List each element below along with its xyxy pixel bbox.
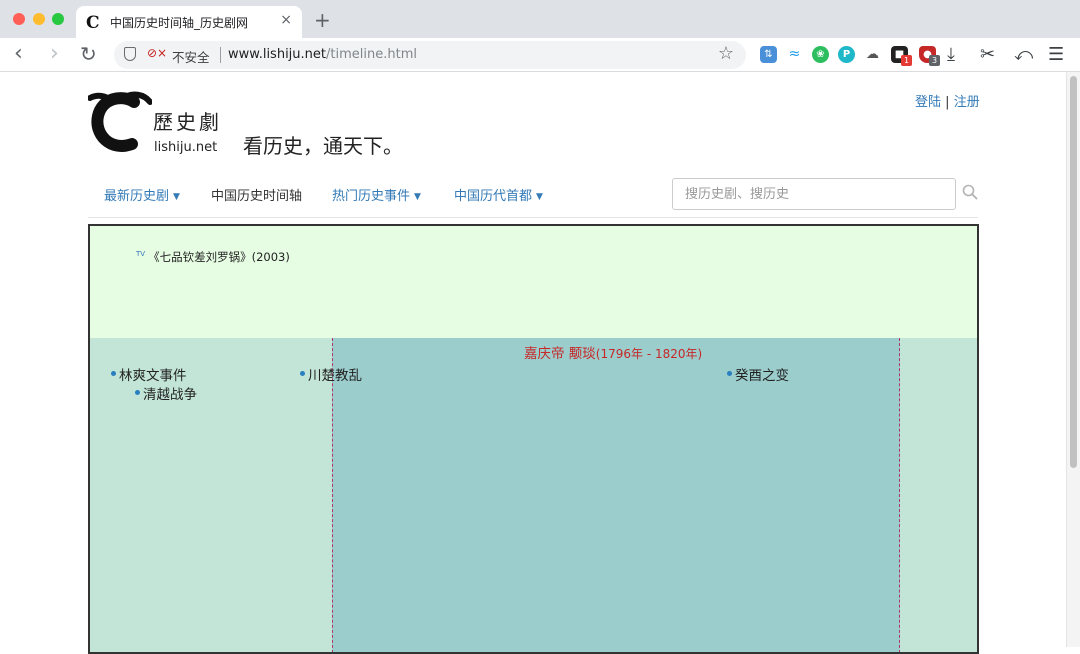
browser-tab-bar: C 中国历史时间轴_历史剧网 × + [0,0,1080,38]
event-label: 癸酉之变 [735,368,789,384]
url-path: /timeline.html [326,47,417,62]
cloud-extension-icon[interactable]: ☁ [864,46,881,63]
undo-icon[interactable]: ⤺ [1014,44,1033,65]
url-host: www.lishiju.net [228,47,327,62]
site-logo-wordmark: 歷史劇 [153,110,222,134]
nav-item-label: 中国历史时间轴 [211,189,303,204]
tv-marker: TV [136,250,146,258]
translate-extension-icon[interactable]: ⇅ [760,46,777,63]
search-input[interactable] [672,178,956,210]
reign-period-jiaqing[interactable] [332,338,900,652]
maximize-window-button[interactable] [52,13,64,25]
login-link[interactable]: 登陆 [915,95,941,110]
dropdown-caret-icon: ▼ [173,192,180,202]
extension-badge: 1 [901,55,912,66]
minimize-window-button[interactable] [33,13,45,25]
reload-icon[interactable]: ↻ [80,42,97,66]
timeline-event[interactable]: 川楚教乱 [300,364,362,384]
forward-arrow-icon[interactable]: › [50,42,59,66]
register-link[interactable]: 注册 [954,95,980,110]
address-bar[interactable]: ⊘× 不安全 www.lishiju.net/timeline.html ☆ [114,41,746,69]
nav-item-hot-events[interactable]: 热门历史事件 ▼ [332,185,421,204]
tab-close-icon[interactable]: × [280,12,292,28]
menu-icon[interactable]: ☰ [1048,44,1064,65]
history-timeline: TV 《七品钦差刘罗锅》(2003) 嘉庆帝 颙琰(1796年 - 1820年) … [88,224,979,654]
scissors-icon[interactable]: ✂ [980,44,995,65]
event-label: 林爽文事件 [119,368,187,384]
event-bullet-icon [135,390,140,395]
timeline-event[interactable]: 癸酉之变 [727,364,789,384]
event-bullet-icon [727,371,732,376]
site-slogan: 看历史，通天下。 [243,134,403,158]
timeline-event[interactable]: 林爽文事件 [111,364,187,384]
nav-item-label: 最新历史剧 [104,189,170,204]
close-window-button[interactable] [13,13,25,25]
scrollbar-thumb[interactable] [1070,76,1077,468]
address-divider [220,47,221,63]
p-extension-icon[interactable]: P [838,46,855,63]
new-tab-button[interactable]: + [314,8,331,32]
event-bullet-icon [300,371,305,376]
extension-badge: 3 [929,55,940,66]
bookmark-star-icon[interactable]: ☆ [718,43,734,64]
browser-tab[interactable]: C 中国历史时间轴_历史剧网 × [76,6,302,38]
nav-item-timeline[interactable]: 中国历史时间轴 [211,185,302,204]
back-arrow-icon[interactable]: ‹ [14,42,23,66]
event-label: 川楚教乱 [308,368,362,384]
site-favicon-icon: C [86,13,100,33]
tv-drama-item[interactable]: TV 《七品钦差刘罗锅》(2003) [136,249,290,265]
event-label: 清越战争 [143,387,197,403]
auth-links: 登陆 | 注册 [915,91,980,110]
download-icon[interactable]: ⤓ [947,44,955,65]
wifi-extension-icon[interactable]: ≈ [786,46,803,63]
timeline-event[interactable]: 清越战争 [135,383,197,403]
site-domain: lishiju.net [154,140,218,155]
nav-item-label: 中国历代首都 [454,189,533,204]
nav-divider [88,217,978,218]
auth-separator: | [945,95,950,110]
evernote-extension-icon[interactable]: ❀ [812,46,829,63]
event-bullet-icon [111,371,116,376]
site-logo-icon[interactable] [88,90,152,154]
nav-item-capitals[interactable]: 中国历代首都 ▼ [454,185,543,204]
tv-drama-title: 《七品钦差刘罗锅》(2003) [148,250,290,264]
reign-years: (1796年 - 1820年) [595,347,703,361]
reign-name: 嘉庆帝 颙琰 [524,346,596,362]
nav-item-label: 热门历史事件 [332,189,411,204]
url-text[interactable]: www.lishiju.net/timeline.html [228,47,417,62]
blocked-tracker-icon[interactable]: ⊘× [147,46,167,60]
shield-icon[interactable] [124,47,136,61]
search-icon[interactable] [962,184,978,200]
tab-title: 中国历史时间轴_历史剧网 [110,16,249,30]
page-scrollbar[interactable] [1066,72,1080,647]
tv-drama-band: TV 《七品钦差刘罗锅》(2003) [90,226,977,338]
dropdown-caret-icon: ▼ [536,192,543,202]
reign-label[interactable]: 嘉庆帝 颙琰(1796年 - 1820年) [524,342,702,362]
dropdown-caret-icon: ▼ [414,192,421,202]
nav-item-latest-dramas[interactable]: 最新历史剧 ▼ [104,185,180,204]
browser-toolbar: ‹ › ↻ ⊘× 不安全 www.lishiju.net/timeline.ht… [0,38,1080,72]
security-status[interactable]: 不安全 [172,47,210,66]
